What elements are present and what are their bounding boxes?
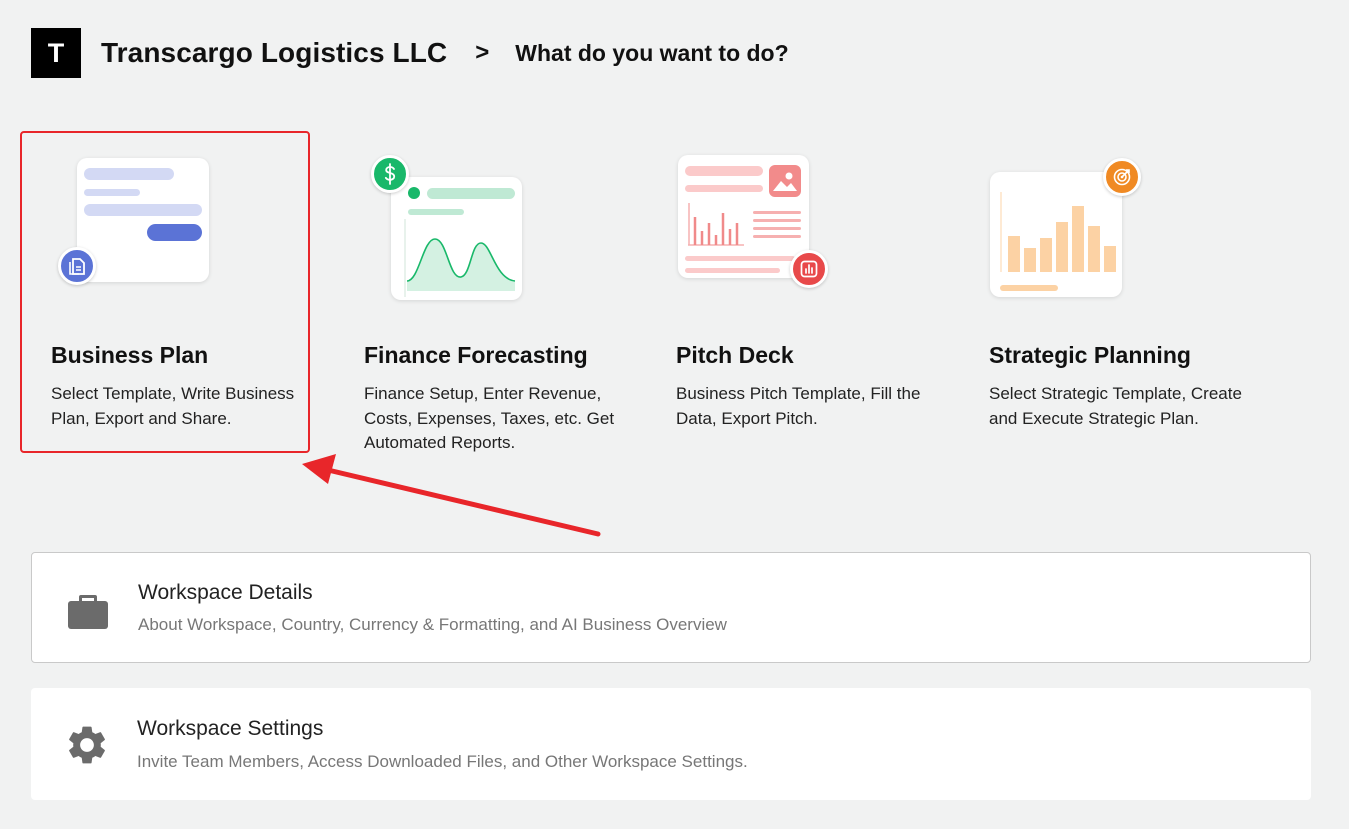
card-title: Pitch Deck — [676, 342, 794, 368]
chart-icon — [790, 250, 828, 288]
card-title: Finance Forecasting — [364, 342, 588, 368]
panel-title: Workspace Settings — [137, 717, 324, 740]
pitch-deck-illustration — [676, 150, 836, 300]
annotation-arrow — [302, 454, 601, 537]
strategic-planning-card[interactable]: Strategic Planning Select Strategic Temp… — [989, 150, 1259, 428]
breadcrumb-separator: > — [475, 39, 490, 66]
panel-description: About Workspace, Country, Currency & For… — [138, 615, 727, 634]
page-header: T Transcargo Logistics LLC > What do you… — [31, 28, 789, 78]
workspace-logo[interactable]: T — [31, 28, 81, 78]
gear-icon — [69, 726, 105, 764]
panel-title: Workspace Details — [138, 581, 313, 604]
briefcase-icon — [68, 595, 108, 629]
page-title: What do you want to do? — [515, 39, 789, 66]
panel-description: Invite Team Members, Access Downloaded F… — [137, 752, 748, 771]
card-description: Select Strategic Template, Create and Ex… — [989, 384, 1242, 428]
company-name[interactable]: Transcargo Logistics LLC — [101, 37, 447, 69]
pitch-deck-card[interactable]: Pitch Deck Business Pitch Template, Fill… — [676, 150, 946, 428]
target-icon — [1103, 158, 1141, 196]
workspace-details-panel[interactable]: Workspace Details About Workspace, Count… — [31, 552, 1311, 663]
finance-forecasting-illustration — [364, 150, 524, 300]
workspace-settings-panel[interactable]: Workspace Settings Invite Team Members, … — [31, 688, 1311, 800]
annotation-highlight-box — [20, 131, 310, 453]
card-description: Finance Setup, Enter Revenue, Costs, Exp… — [364, 384, 615, 452]
finance-forecasting-card[interactable]: Finance Forecasting Finance Setup, Enter… — [364, 150, 634, 452]
dollar-icon — [371, 155, 409, 193]
card-title: Strategic Planning — [989, 342, 1191, 368]
strategic-planning-illustration — [989, 150, 1149, 300]
card-description: Business Pitch Template, Fill the Data, … — [676, 384, 921, 428]
